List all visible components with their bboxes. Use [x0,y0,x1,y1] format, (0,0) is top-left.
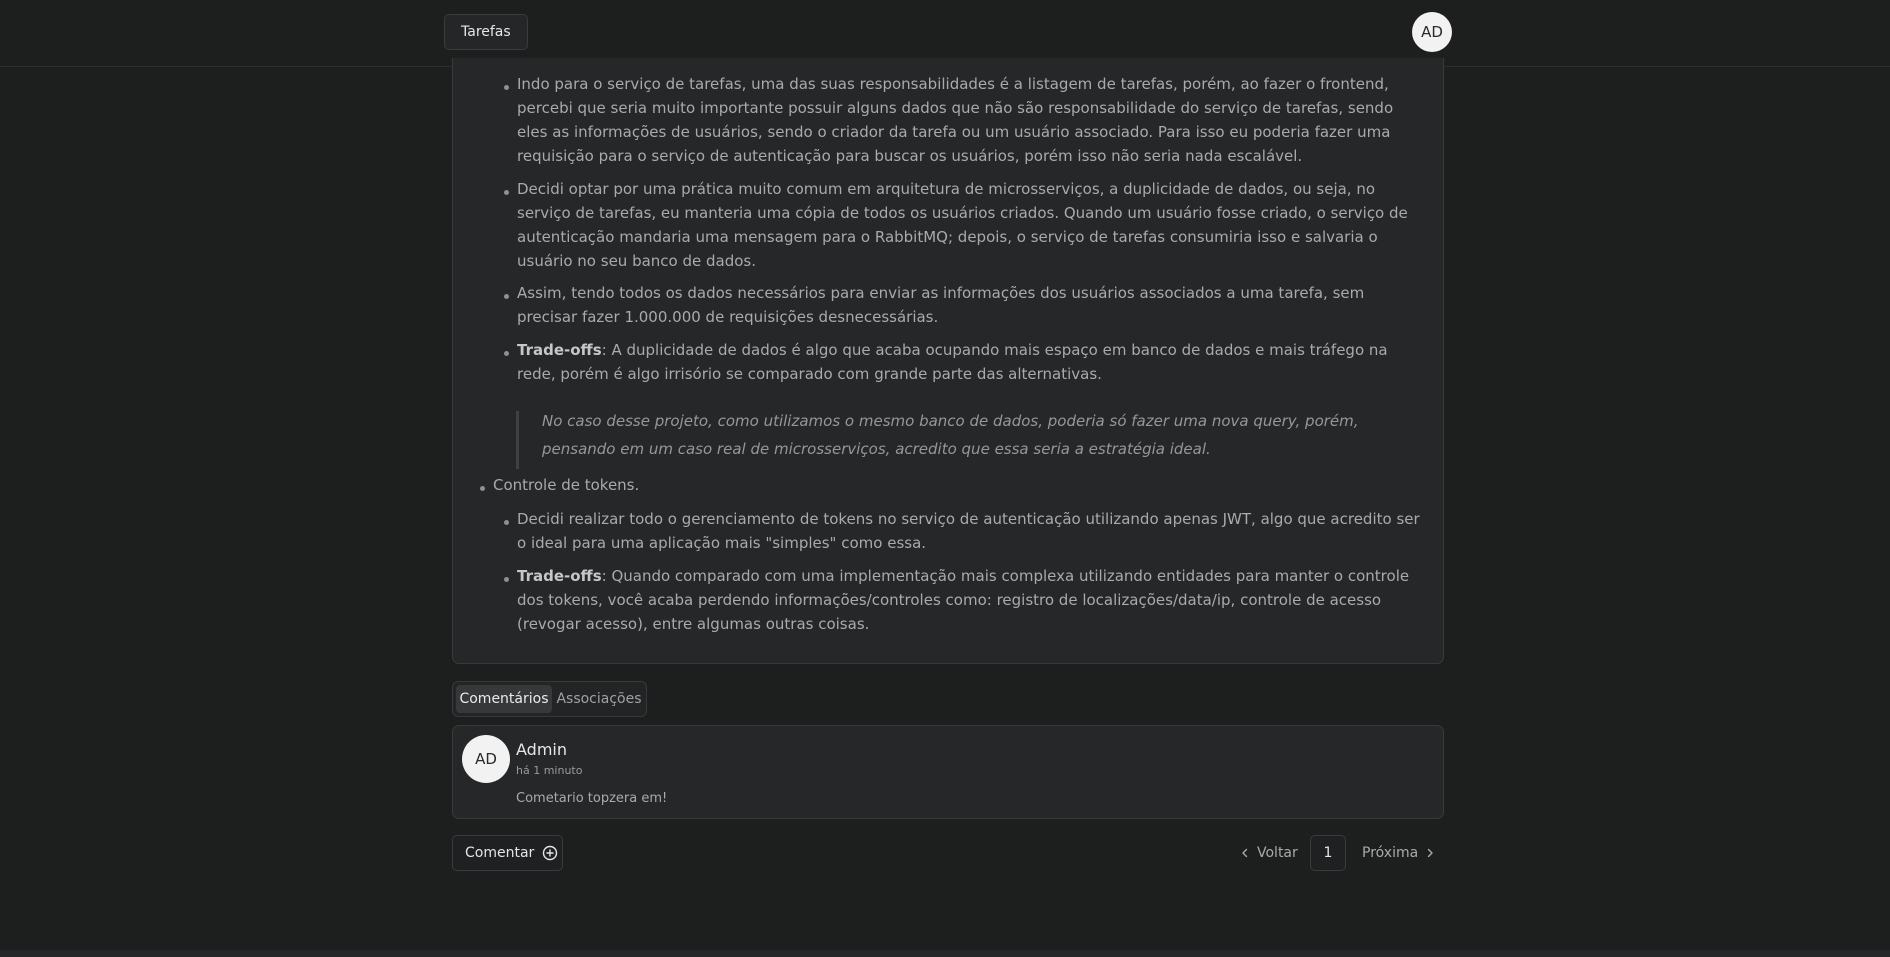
pagination-next-button[interactable]: Próxima [1362,835,1437,871]
pagination-next-label: Próxima [1362,845,1419,861]
comment-author: Admin [516,740,567,759]
bullet-marker [480,486,485,491]
bullet-marker [504,351,509,356]
bullet-marker [504,294,509,299]
paragraph-result: Assim, tendo todos os dados necessários … [517,284,1365,326]
tab-associacoes[interactable]: Associações [556,685,642,713]
user-avatar[interactable]: AD [1412,12,1452,52]
tab-comentarios[interactable]: Comentários [456,685,552,713]
comment-item: AD Admin há 1 minuto Cometario topzera e… [452,725,1444,819]
task-description-card: Indo para o serviço de tarefas, uma das … [452,58,1444,664]
tradeoffs-label: Trade-offs [517,567,602,585]
page-bottom-edge [0,950,1890,957]
plus-circle-icon [542,845,558,861]
comment-text: Cometario topzera em! [516,791,668,806]
bullet-marker [504,520,509,525]
paragraph-tradeoffs-tokens: Trade-offs: Quando comparado com uma imp… [517,564,1427,636]
blockquote-text: No caso desse projeto, como utilizamos o… [542,412,1359,458]
nav-tarefas-button[interactable]: Tarefas [444,14,528,50]
comment-timestamp: há 1 minuto [516,764,583,777]
comment-button[interactable]: Comentar [452,835,563,871]
pagination-page-current[interactable]: 1 [1310,835,1346,871]
comment-avatar: AD [462,735,510,783]
top-navbar: Tarefas AD [0,0,1890,67]
chevron-right-icon [1423,846,1437,860]
heading-tokens-control: Controle de tokens. [493,476,640,494]
pagination-prev-button[interactable]: Voltar [1238,835,1298,871]
chevron-left-icon [1238,846,1252,860]
tradeoffs-text: : Quando comparado com uma implementação… [517,567,1410,633]
paragraph-tradeoffs-duplication: Trade-offs: A duplicidade de dados é alg… [517,338,1427,386]
blockquote: No caso desse projeto, como utilizamos o… [516,411,1426,469]
bullet-marker [504,577,509,582]
tradeoffs-text: : A duplicidade de dados é algo que acab… [517,341,1388,383]
bullet-marker [504,190,509,195]
comment-button-label: Comentar [465,845,535,861]
paragraph-tasks-listing: Indo para o serviço de tarefas, uma das … [517,75,1394,165]
paragraph-duplication-decision: Decidi optar por uma prática muito comum… [517,180,1408,270]
tradeoffs-label: Trade-offs [517,341,602,359]
bullet-marker [504,85,509,90]
pagination-prev-label: Voltar [1257,845,1298,861]
comments-tabs: Comentários Associações [452,681,647,717]
paragraph-tokens-decision: Decidi realizar todo o gerenciamento de … [517,510,1420,552]
